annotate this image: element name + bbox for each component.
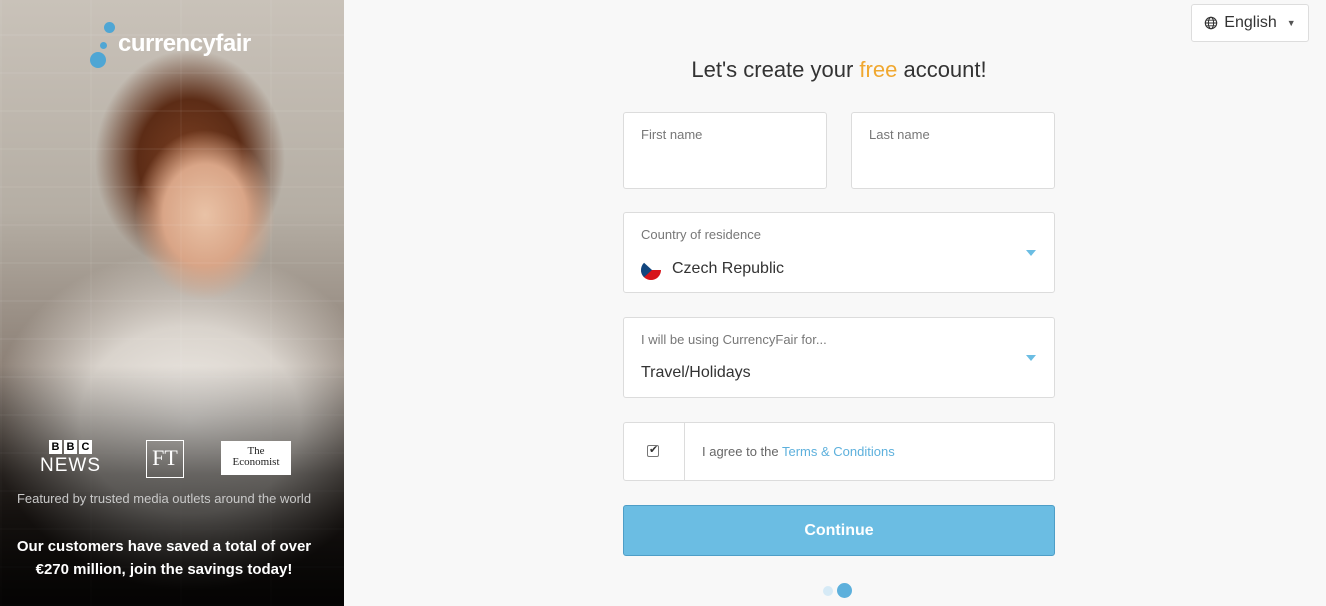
savings-line2: €270 million, join the savings today! [35,561,293,578]
step-dot-active [837,583,852,598]
media-logos: B B C NEWS FT The Economist [0,440,344,480]
bbc-letter: B [49,440,62,454]
czech-flag-icon [641,260,661,280]
first-name-input[interactable] [641,158,809,178]
last-name-field[interactable]: Last name [851,112,1055,189]
title-prefix: Let's create your [691,57,860,82]
first-name-field[interactable]: First name [623,112,827,189]
globe-icon [1205,16,1218,30]
savings-line1: Our customers have saved a total of over [16,538,312,555]
title-suffix: account! [897,57,987,82]
title-free: free [859,57,898,82]
bbc-news-logo: B B C NEWS [40,440,101,477]
country-select[interactable]: Country of residence Czech Republic [623,212,1055,293]
terms-checkbox-cell[interactable] [624,423,685,480]
last-name-input[interactable] [869,158,1037,178]
continue-button[interactable]: Continue [623,505,1055,556]
page-title: Let's create your free account! [344,57,1326,83]
ft-logo: FT [146,440,184,478]
language-selector[interactable]: English ▼ [1191,4,1309,42]
logo-dots-icon [88,22,116,72]
caret-down-icon: ▼ [1286,18,1296,28]
step-dot [823,585,833,596]
last-name-label: Last name [869,127,930,142]
usage-select[interactable]: I will be using CurrencyFair for... Trav… [623,317,1055,398]
usage-value: Travel/Holidays [641,364,751,381]
bbc-letter: C [79,440,92,454]
country-label: Country of residence [641,227,761,242]
terms-checkbox[interactable] [647,443,659,457]
economist-logo: The Economist [221,441,291,475]
country-value: Czech Republic [672,260,785,277]
brand-name: currencyfair [118,30,251,57]
dropdown-caret-icon [1026,250,1036,256]
hero-panel: currencyfair B B C NEWS FT The Economist… [0,0,344,606]
terms-text: I agree to the Terms & Conditions [702,444,895,459]
terms-link[interactable]: Terms & Conditions [782,444,895,459]
step-indicator [823,583,852,598]
brand-logo[interactable]: currencyfair [88,22,251,72]
first-name-label: First name [641,127,703,142]
terms-agreement: I agree to the Terms & Conditions [623,422,1055,481]
language-label: English [1224,14,1277,31]
savings-text: Our customers have saved a total of over… [0,535,328,581]
bbc-news-text: NEWS [40,455,101,476]
featured-text: Featured by trusted media outlets around… [16,491,312,506]
terms-prefix: I agree to the [702,444,782,459]
dropdown-caret-icon [1026,355,1036,361]
usage-label: I will be using CurrencyFair for... [641,332,827,347]
bbc-letter: B [64,440,77,454]
economist-line2: Economist [232,456,280,468]
